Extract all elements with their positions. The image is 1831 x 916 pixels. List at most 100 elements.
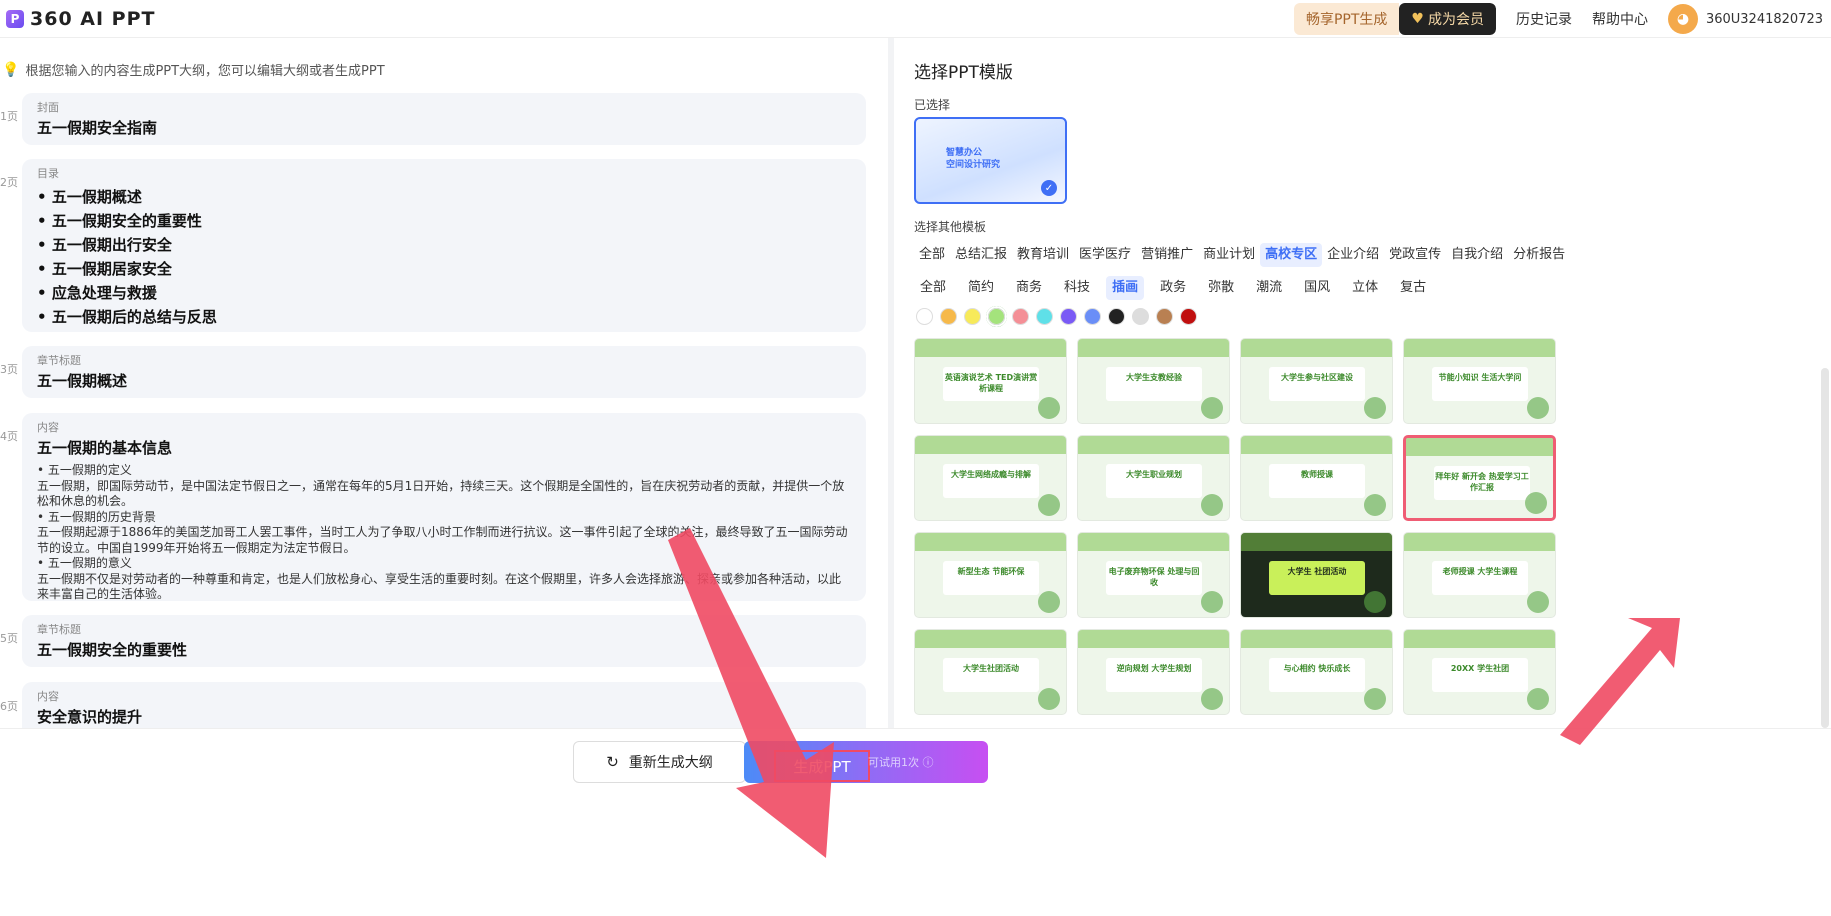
content-line[interactable]: 五一假期，即国际劳动节，是中国法定节假日之一，通常在每年的5月1日开始，持续三天… [37,479,851,510]
template-thumbnail[interactable]: 逆向规划 大学生规划 [1077,629,1230,715]
category-tab[interactable]: 商业计划 [1198,243,1260,267]
username[interactable]: 360U3241820723 [1706,12,1823,27]
category-tab[interactable]: 分析报告 [1508,243,1570,267]
color-swatch[interactable] [1084,308,1101,325]
style-tab[interactable]: 复古 [1394,276,1432,300]
top-bar: P 360 AI PPT 畅享PPT生成 ♥ 成为会员 历史记录 帮助中心 ◕ 3… [0,0,1831,38]
leaf-icon [1364,494,1386,516]
thumbnail-title: 拜年好 新开会 热爱学习工作汇报 [1434,466,1530,500]
selected-template-thumbnail[interactable]: 智慧办公 空间设计研究 ✓ [914,117,1067,204]
category-tab[interactable]: 营销推广 [1136,243,1198,267]
category-tab[interactable]: 自我介绍 [1446,243,1508,267]
outline-card-toc[interactable]: 目录 五一假期概述 五一假期安全的重要性 五一假期出行安全 五一假期居家安全 应… [22,159,866,332]
template-thumbnail[interactable]: 大学生社团活动 [914,629,1067,715]
style-tab[interactable]: 弥散 [1202,276,1240,300]
card-title[interactable]: 五一假期的基本信息 [37,437,851,459]
generate-ppt-button[interactable]: 生成PPT 可试用1次 ⓘ [744,741,988,783]
template-thumbnail[interactable]: 老师授课 大学生课程 [1403,532,1556,618]
color-swatch[interactable] [1060,308,1077,325]
category-tab[interactable]: 教育培训 [1012,243,1074,267]
card-type: 章节标题 [37,623,81,636]
history-link[interactable]: 历史记录 [1516,9,1572,29]
color-swatch[interactable] [1156,308,1173,325]
thumbnail-title: 老师授课 大学生课程 [1432,561,1528,595]
card-title[interactable]: 安全意识的提升 [37,706,851,728]
thumbnail-band [915,339,1066,357]
category-tab[interactable]: 全部 [914,243,950,267]
template-thumbnail[interactable]: 大学生 社团活动 [1240,532,1393,618]
style-tab[interactable]: 潮流 [1250,276,1288,300]
thumbnail-band [1404,339,1555,357]
thumbnail-title: 大学生 社团活动 [1269,561,1365,595]
color-swatch[interactable] [1108,308,1125,325]
regenerate-outline-button[interactable]: ↻ 重新生成大纲 [573,741,746,783]
outline-card-section[interactable]: 章节标题 五一假期安全的重要性 [22,615,866,667]
color-swatch[interactable] [1036,308,1053,325]
content-line[interactable]: • 五一假期的定义 [37,463,851,479]
promo-ppt-generate[interactable]: 畅享PPT生成 [1293,3,1400,35]
color-swatch[interactable] [940,308,957,325]
toc-item[interactable]: 五一假期出行安全 [37,233,851,257]
color-swatch[interactable] [1132,308,1149,325]
content-line[interactable]: • 五一假期的历史背景 [37,510,851,526]
card-title[interactable]: 五一假期安全的重要性 [37,639,851,661]
style-tab[interactable]: 商务 [1010,276,1048,300]
category-tab[interactable]: 企业介绍 [1322,243,1384,267]
color-swatch[interactable] [986,306,1007,327]
toc-item[interactable]: 五一假期安全的重要性 [37,209,851,233]
template-thumbnail[interactable]: 英语演说艺术 TED演讲赏析课程 [914,338,1067,424]
content-line[interactable]: 五一假期起源于1886年的美国芝加哥工人罢工事件，当时工人为了争取八小时工作制而… [37,525,851,556]
style-tab[interactable]: 科技 [1058,276,1096,300]
outline-card-content[interactable]: 内容 安全意识的提升 [22,682,866,728]
help-link[interactable]: 帮助中心 [1592,9,1648,29]
leaf-icon [1201,397,1223,419]
outline-card-section[interactable]: 章节标题 五一假期概述 [22,346,866,398]
template-thumbnail[interactable]: 新型生态 节能环保 [914,532,1067,618]
style-tab[interactable]: 国风 [1298,276,1336,300]
membership-promo[interactable]: 畅享PPT生成 ♥ 成为会员 [1293,3,1496,35]
card-title[interactable]: 五一假期概述 [37,370,851,392]
category-tab[interactable]: 党政宣传 [1384,243,1446,267]
template-thumbnail[interactable]: 教师授课 [1240,435,1393,521]
content-line[interactable]: 五一假期不仅是对劳动者的一种尊重和肯定，也是人们放松身心、享受生活的重要时刻。在… [37,572,851,603]
toc-item[interactable]: 五一假期概述 [37,185,851,209]
content-line[interactable]: • 五一假期的意义 [37,556,851,572]
style-tab[interactable]: 全部 [914,276,952,300]
template-thumbnail[interactable]: 与心相约 快乐成长 [1240,629,1393,715]
category-tab[interactable]: 医学医疗 [1074,243,1136,267]
become-member-button[interactable]: ♥ 成为会员 [1399,3,1496,35]
color-swatch[interactable] [964,308,981,325]
diamond-icon: ♥ [1411,11,1424,27]
leaf-icon [1364,688,1386,710]
leaf-icon [1038,397,1060,419]
generate-ppt-label: 生成PPT [774,750,870,782]
thumbnail-title: 电子废弃物环保 处理与回收 [1106,561,1202,595]
template-thumbnail[interactable]: 拜年好 新开会 热爱学习工作汇报 [1403,435,1556,521]
card-title[interactable]: 五一假期安全指南 [37,117,851,139]
template-thumbnail[interactable]: 大学生参与社区建设 [1240,338,1393,424]
style-tab[interactable]: 立体 [1346,276,1384,300]
style-tab-active[interactable]: 插画 [1106,276,1145,300]
style-tab[interactable]: 政务 [1154,276,1192,300]
avatar[interactable]: ◕ [1667,4,1698,34]
scrollbar[interactable] [1821,368,1829,728]
template-thumbnail[interactable]: 电子废弃物环保 处理与回收 [1077,532,1230,618]
toc-item[interactable]: 五一假期居家安全 [37,257,851,281]
style-tab[interactable]: 简约 [962,276,1000,300]
color-swatch[interactable] [916,308,933,325]
outline-card-content[interactable]: 内容 五一假期的基本信息 • 五一假期的定义 五一假期，即国际劳动节，是中国法定… [22,413,866,601]
outline-card-cover[interactable]: 封面 五一假期安全指南 [22,93,866,145]
template-thumbnail[interactable]: 20XX 学生社团 [1403,629,1556,715]
category-tab-active[interactable]: 高校专区 [1260,243,1323,267]
toc-item[interactable]: 应急处理与救援 [37,281,851,305]
template-thumbnail[interactable]: 大学生职业规划 [1077,435,1230,521]
toc-item[interactable]: 五一假期后的总结与反思 [37,305,851,329]
template-thumbnail[interactable]: 大学生网络成瘾与排解 [914,435,1067,521]
logo[interactable]: P 360 AI PPT [6,8,155,30]
category-tab[interactable]: 总结汇报 [950,243,1012,267]
template-thumbnail[interactable]: 节能小知识 生活大学问 [1403,338,1556,424]
template-thumbnail[interactable]: 大学生支教经验 [1077,338,1230,424]
color-swatch[interactable] [1012,308,1029,325]
color-swatch[interactable] [1180,308,1197,325]
selected-template-text: 智慧办公 空间设计研究 [946,148,1001,170]
